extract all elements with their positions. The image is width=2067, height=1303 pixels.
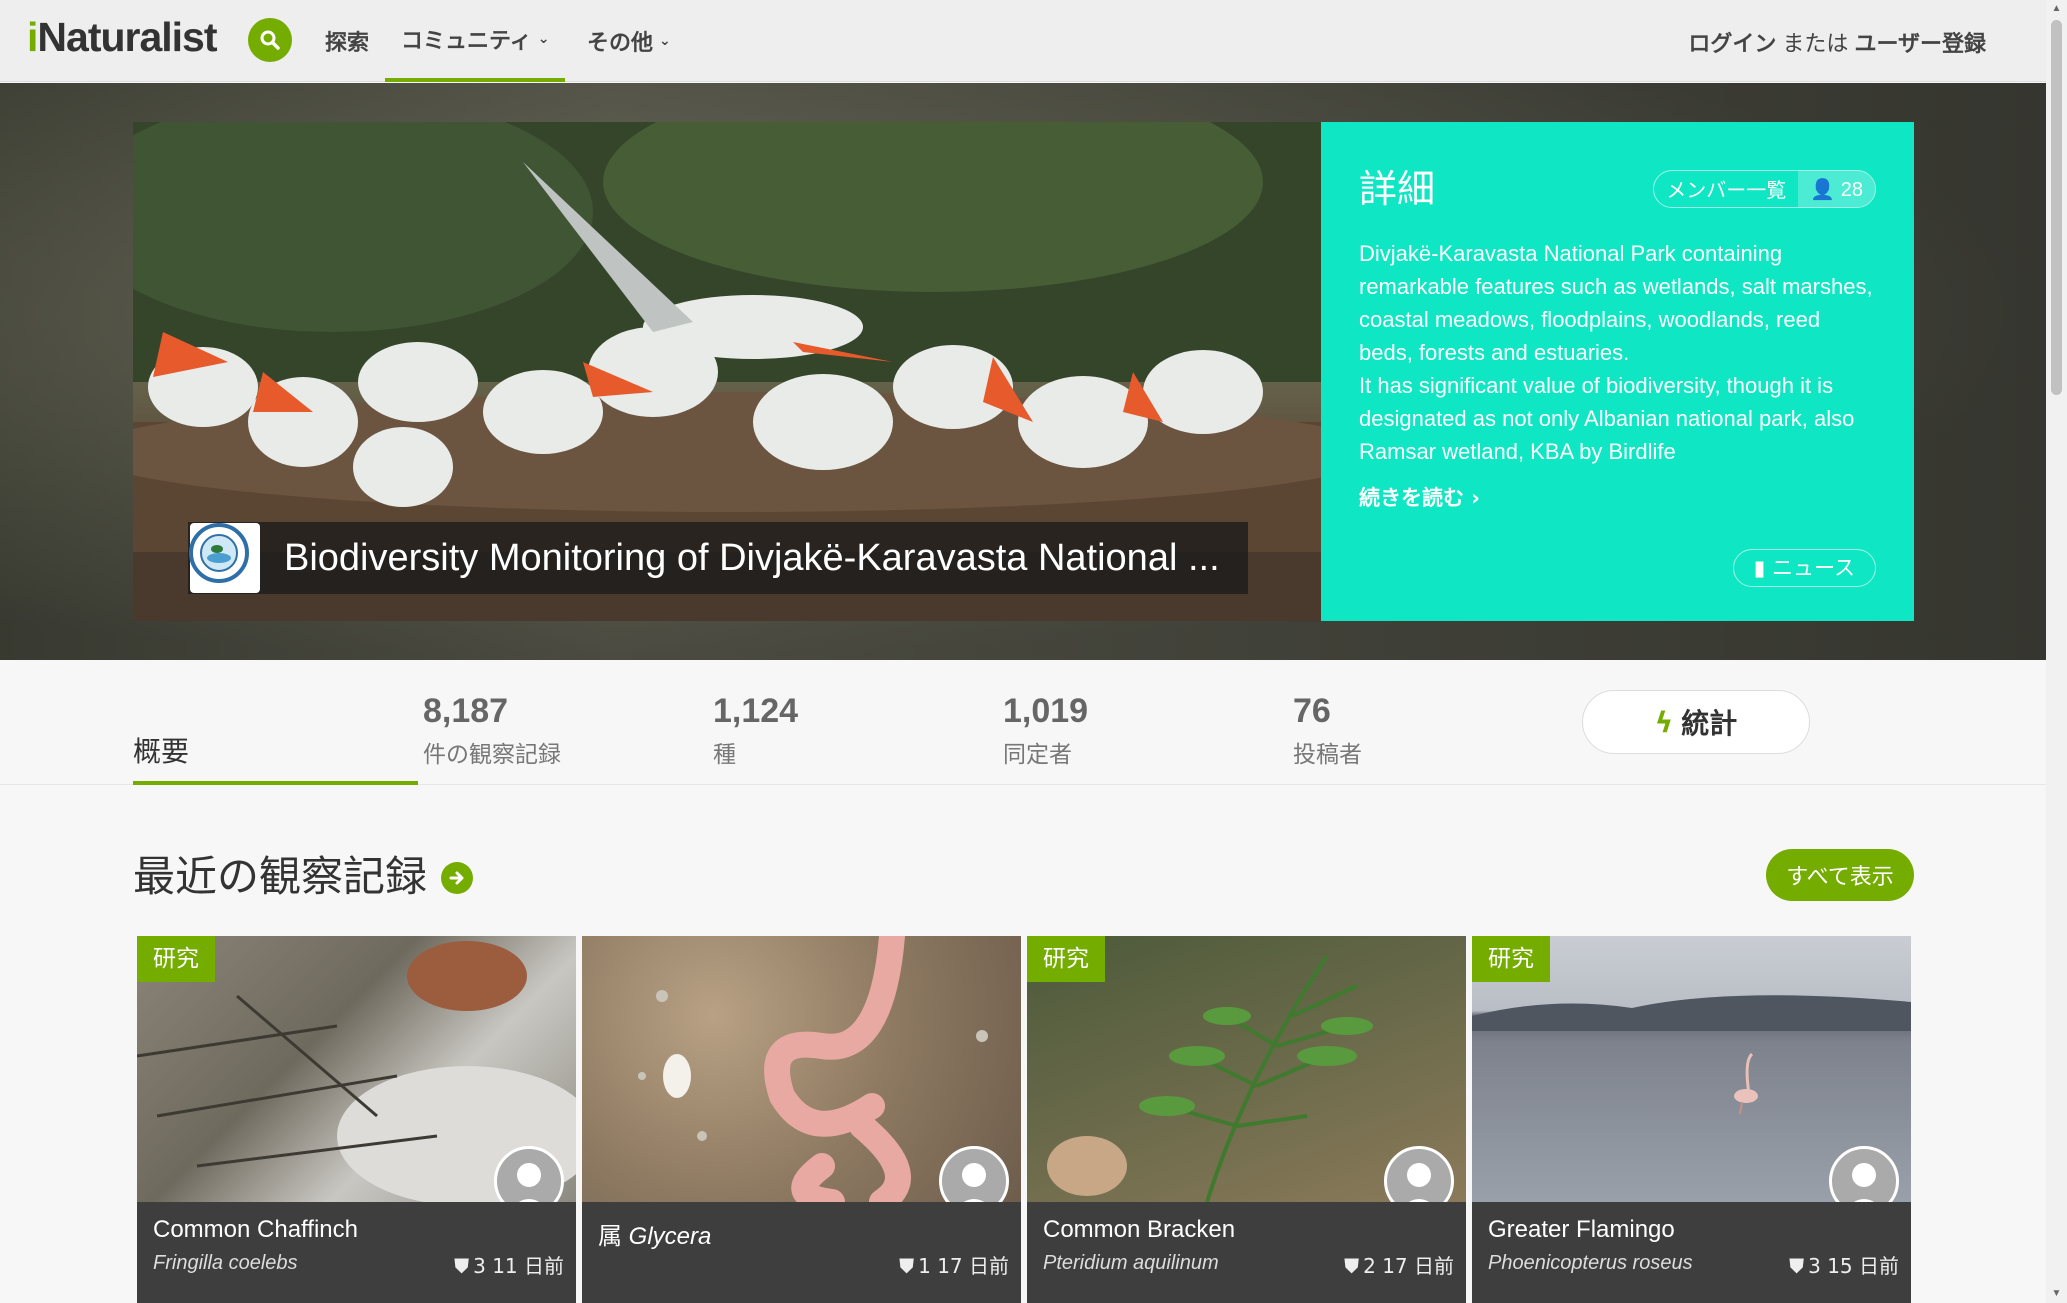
observation-meta: ⛊ 1 17 日前	[899, 1250, 1009, 1279]
read-more-link[interactable]: 続きを読む ›	[1359, 482, 1876, 512]
show-all-button[interactable]: すべて表示	[1766, 849, 1914, 901]
logo-first-letter: i	[27, 14, 38, 60]
book-icon: ▮	[1753, 556, 1766, 580]
user-icon: 👤	[1810, 179, 1836, 201]
stat-observers-label: 投稿者	[1293, 742, 1362, 768]
stat-identifiers[interactable]: 1,019 同定者	[1003, 692, 1088, 769]
observation-card[interactable]: 研究 Greater Flamingo Phoenicopterus roseu…	[1472, 936, 1911, 1303]
active-tab-indicator	[133, 781, 418, 785]
scientific-name: Glycera	[628, 1223, 712, 1250]
research-grade-badge: 研究	[137, 936, 215, 982]
top-navigation: iNaturalist 探索 コミュニティ ⌄ その他 ⌄ ログイン または ユーザー登…	[0, 0, 2046, 82]
observation-info: Common Chaffinch Fringilla coelebs ⛊ 3 11…	[137, 1202, 576, 1303]
observation-info: 属 Glycera ⛊ 1 17 日前	[582, 1202, 1021, 1303]
arrow-right-icon[interactable]	[441, 861, 474, 894]
identification-count: 1	[918, 1254, 931, 1278]
identification-count: 3	[473, 1254, 486, 1278]
identification-icon: ⛊	[1344, 1254, 1360, 1278]
search-button[interactable]	[248, 18, 292, 62]
page: iNaturalist 探索 コミュニティ ⌄ その他 ⌄ ログイン または ユーザー登…	[0, 0, 2067, 1303]
stats-button[interactable]: ϟ 統計	[1582, 690, 1810, 754]
common-name[interactable]: Common Bracken	[1043, 1216, 1450, 1244]
project-cover-photo: Biodiversity Monitoring of Divjakë-Karav…	[133, 122, 1321, 621]
logo-text: Naturalist	[37, 14, 217, 60]
stat-species-label: 種	[713, 742, 736, 768]
stat-species[interactable]: 1,124 種	[713, 692, 798, 769]
nav-community-label: コミュニティ	[401, 29, 532, 54]
project-logo-icon[interactable]	[189, 523, 260, 593]
tab-overview[interactable]: 概要	[133, 730, 189, 770]
park-seal-icon	[189, 523, 249, 583]
observation-age: 17 日前	[937, 1254, 1009, 1278]
project-hero: Biodiversity Monitoring of Divjakë-Karav…	[0, 83, 2046, 660]
observation-card[interactable]: 研究 Common Bracken Pteridium aquilinum ⛊ 2…	[1027, 936, 1466, 1303]
observation-card[interactable]: 研究 Common Chaffinch Fringilla coelebs ⛊ 3…	[137, 936, 576, 1303]
login-area: ログイン または ユーザー登録	[1688, 26, 1986, 58]
observation-meta: ⛊ 3 11 日前	[454, 1250, 564, 1279]
research-grade-badge: 研究	[1027, 936, 1105, 982]
identification-icon: ⛊	[899, 1254, 915, 1278]
nav-explore-label: 探索	[325, 31, 370, 56]
observation-card[interactable]: 属 Glycera ⛊ 1 17 日前	[582, 936, 1021, 1303]
nav-more[interactable]: その他 ⌄	[587, 0, 671, 82]
observation-meta: ⛊ 3 15 日前	[1789, 1250, 1899, 1279]
stat-identifiers-value: 1,019	[1003, 692, 1089, 730]
chevron-down-icon: ⌄	[659, 33, 671, 49]
news-label: ニュース	[1772, 556, 1855, 580]
identification-icon: ⛊	[1789, 1254, 1805, 1278]
common-name[interactable]: Common Chaffinch	[153, 1216, 560, 1244]
members-count: 28	[1840, 179, 1863, 201]
observation-age: 15 日前	[1827, 1254, 1899, 1278]
project-title-bar: Biodiversity Monitoring of Divjakë-Karav…	[188, 522, 1248, 594]
inaturalist-logo[interactable]: iNaturalist	[27, 14, 218, 61]
members-count-badge: 👤 28	[1798, 171, 1875, 207]
stat-species-value: 1,124	[713, 692, 799, 730]
nav-explore[interactable]: 探索	[325, 0, 369, 82]
stat-observers[interactable]: 76 投稿者	[1293, 692, 1362, 769]
stats-button-label: 統計	[1681, 707, 1738, 740]
search-icon	[260, 30, 280, 50]
news-button[interactable]: ▮ ニュース	[1732, 549, 1876, 587]
members-label: メンバー一覧	[1666, 178, 1787, 202]
stat-observations-label: 件の観察記録	[423, 742, 561, 768]
project-description: Divjakë-Karavasta National Park containi…	[1359, 241, 1873, 464]
stat-identifiers-label: 同定者	[1003, 742, 1072, 768]
observation-info: Greater Flamingo Phoenicopterus roseus ⛊…	[1472, 1202, 1911, 1303]
identification-count: 2	[1363, 1254, 1376, 1278]
project-details-panel: 詳細 メンバー一覧 👤 28 Divjakë-Karavasta Nationa…	[1321, 122, 1914, 621]
nav-community[interactable]: コミュニティ ⌄	[385, 0, 566, 82]
taxon-name[interactable]: 属 Glycera	[598, 1216, 1005, 1251]
stat-observers-value: 76	[1293, 692, 1331, 730]
scroll-up-arrow-icon[interactable]: ▲	[2051, 4, 2062, 14]
observation-meta: ⛊ 2 17 日前	[1344, 1250, 1454, 1279]
login-link[interactable]: ログイン	[1688, 32, 1776, 57]
scrollbar-thumb[interactable]	[2051, 20, 2062, 395]
page-scrollbar[interactable]: ▲ ▼	[2046, 0, 2067, 1303]
observation-age: 11 日前	[492, 1254, 564, 1278]
signup-link[interactable]: ユーザー登録	[1854, 32, 1986, 57]
chevron-down-icon: ⌄	[537, 31, 550, 47]
scroll-down-arrow-icon[interactable]: ▼	[2051, 1289, 2062, 1299]
common-name[interactable]: Greater Flamingo	[1488, 1216, 1895, 1244]
stat-observations-value: 8,187	[423, 692, 509, 730]
bolt-icon: ϟ	[1654, 705, 1674, 739]
project-title: Biodiversity Monitoring of Divjakë-Karav…	[284, 536, 1220, 579]
research-grade-badge: 研究	[1472, 936, 1550, 982]
recent-observations-title: 最近の観察記録	[133, 852, 428, 901]
identification-count: 3	[1808, 1254, 1821, 1278]
recent-observations-heading: 最近の観察記録	[133, 843, 474, 904]
nav-more-label: その他	[587, 31, 654, 56]
observation-info: Common Bracken Pteridium aquilinum ⛊ 2 17…	[1027, 1202, 1466, 1303]
members-button[interactable]: メンバー一覧 👤 28	[1653, 170, 1876, 208]
or-text: または	[1782, 32, 1849, 57]
arrow-glyph	[449, 871, 464, 884]
project-stats-bar: 概要 8,187 件の観察記録 1,124 種 1,019 同定者 76 投稿者…	[0, 660, 2046, 785]
identification-icon: ⛊	[454, 1254, 470, 1278]
observation-age: 17 日前	[1382, 1254, 1454, 1278]
stat-observations[interactable]: 8,187 件の観察記録	[423, 692, 561, 769]
taxon-rank: 属	[598, 1223, 622, 1250]
